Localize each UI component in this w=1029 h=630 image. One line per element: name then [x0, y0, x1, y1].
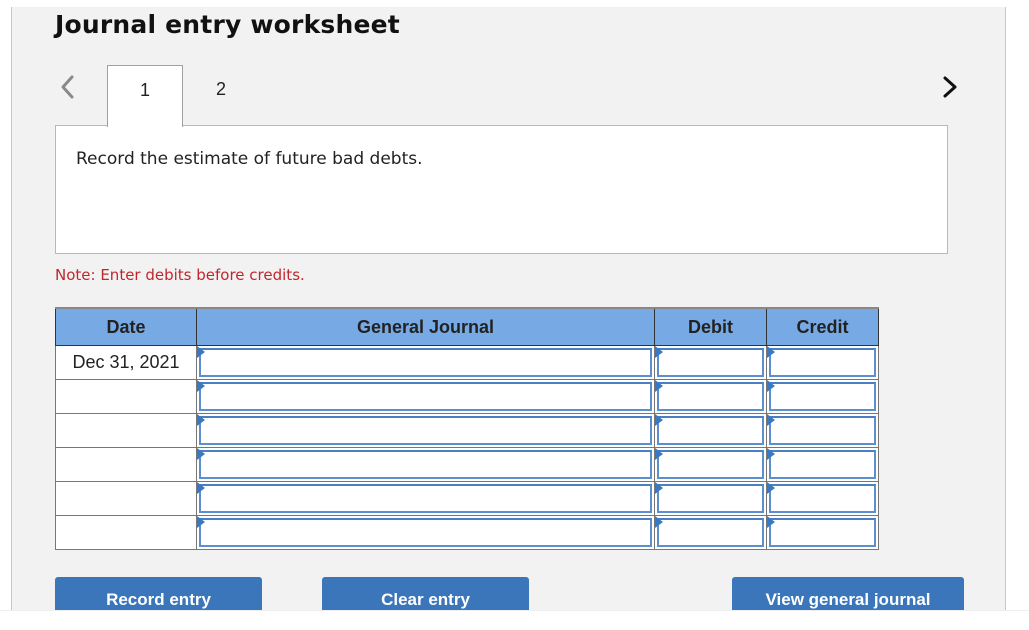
debit-cell — [654, 447, 767, 482]
date-cell — [55, 413, 197, 448]
table-row — [55, 379, 879, 414]
account-cell — [196, 379, 655, 414]
description-text: Record the estimate of future bad debts. — [76, 149, 423, 169]
header-credit: Credit — [766, 307, 879, 346]
date-cell — [55, 515, 197, 550]
credit-input[interactable] — [769, 450, 876, 479]
debit-input[interactable] — [657, 348, 764, 377]
debit-cell — [654, 515, 767, 550]
table-row — [55, 413, 879, 448]
dropdown-indicator-icon — [767, 380, 775, 392]
credit-input[interactable] — [769, 484, 876, 513]
dropdown-indicator-icon — [197, 346, 205, 358]
chevron-right-icon — [943, 76, 957, 98]
bottom-strip — [0, 610, 1029, 630]
description-box: Record the estimate of future bad debts. — [55, 125, 948, 254]
debit-input[interactable] — [657, 416, 764, 445]
account-input[interactable] — [199, 348, 652, 377]
account-input[interactable] — [199, 416, 652, 445]
credit-input[interactable] — [769, 416, 876, 445]
account-input[interactable] — [199, 382, 652, 411]
account-cell — [196, 447, 655, 482]
credit-input[interactable] — [769, 348, 876, 377]
date-cell: Dec 31, 2021 — [55, 345, 197, 380]
credit-cell — [766, 481, 879, 516]
account-cell — [196, 515, 655, 550]
next-button[interactable] — [940, 73, 960, 101]
dropdown-indicator-icon — [655, 516, 663, 528]
account-input[interactable] — [199, 450, 652, 479]
table-row — [55, 447, 879, 482]
dropdown-indicator-icon — [655, 414, 663, 426]
dropdown-indicator-icon — [767, 482, 775, 494]
credit-cell — [766, 413, 879, 448]
debit-input[interactable] — [657, 450, 764, 479]
credit-cell — [766, 447, 879, 482]
header-date: Date — [55, 307, 197, 346]
debit-cell — [654, 379, 767, 414]
prev-button[interactable] — [58, 73, 78, 101]
dropdown-indicator-icon — [767, 448, 775, 460]
debit-cell — [654, 481, 767, 516]
dropdown-indicator-icon — [767, 516, 775, 528]
dropdown-indicator-icon — [197, 516, 205, 528]
journal-table: Date General Journal Debit Credit Dec 31… — [55, 307, 879, 550]
dropdown-indicator-icon — [197, 482, 205, 494]
dropdown-indicator-icon — [197, 414, 205, 426]
credit-input[interactable] — [769, 518, 876, 547]
credit-cell — [766, 345, 879, 380]
credit-input[interactable] — [769, 382, 876, 411]
note-text: Note: Enter debits before credits. — [55, 266, 305, 284]
debit-input[interactable] — [657, 518, 764, 547]
debit-input[interactable] — [657, 382, 764, 411]
dropdown-indicator-icon — [655, 346, 663, 358]
page-title: Journal entry worksheet — [55, 10, 400, 39]
tab-2[interactable]: 2 — [183, 65, 259, 126]
account-input[interactable] — [199, 518, 652, 547]
chevron-left-icon — [61, 75, 74, 99]
table-row — [55, 481, 879, 516]
tab-1[interactable]: 1 — [107, 65, 183, 127]
dropdown-indicator-icon — [655, 448, 663, 460]
dropdown-indicator-icon — [197, 380, 205, 392]
dropdown-indicator-icon — [767, 346, 775, 358]
dropdown-indicator-icon — [197, 448, 205, 460]
credit-cell — [766, 515, 879, 550]
date-cell — [55, 481, 197, 516]
debit-input[interactable] — [657, 484, 764, 513]
date-cell — [55, 379, 197, 414]
credit-cell — [766, 379, 879, 414]
table-row: Dec 31, 2021 — [55, 345, 879, 380]
debit-cell — [654, 413, 767, 448]
account-cell — [196, 413, 655, 448]
table-header-row: Date General Journal Debit Credit — [55, 307, 879, 346]
account-cell — [196, 345, 655, 380]
header-general-journal: General Journal — [196, 307, 655, 346]
header-debit: Debit — [654, 307, 767, 346]
account-cell — [196, 481, 655, 516]
account-input[interactable] — [199, 484, 652, 513]
debit-cell — [654, 345, 767, 380]
dropdown-indicator-icon — [655, 482, 663, 494]
dropdown-indicator-icon — [767, 414, 775, 426]
table-row — [55, 515, 879, 550]
date-cell — [55, 447, 197, 482]
dropdown-indicator-icon — [655, 380, 663, 392]
